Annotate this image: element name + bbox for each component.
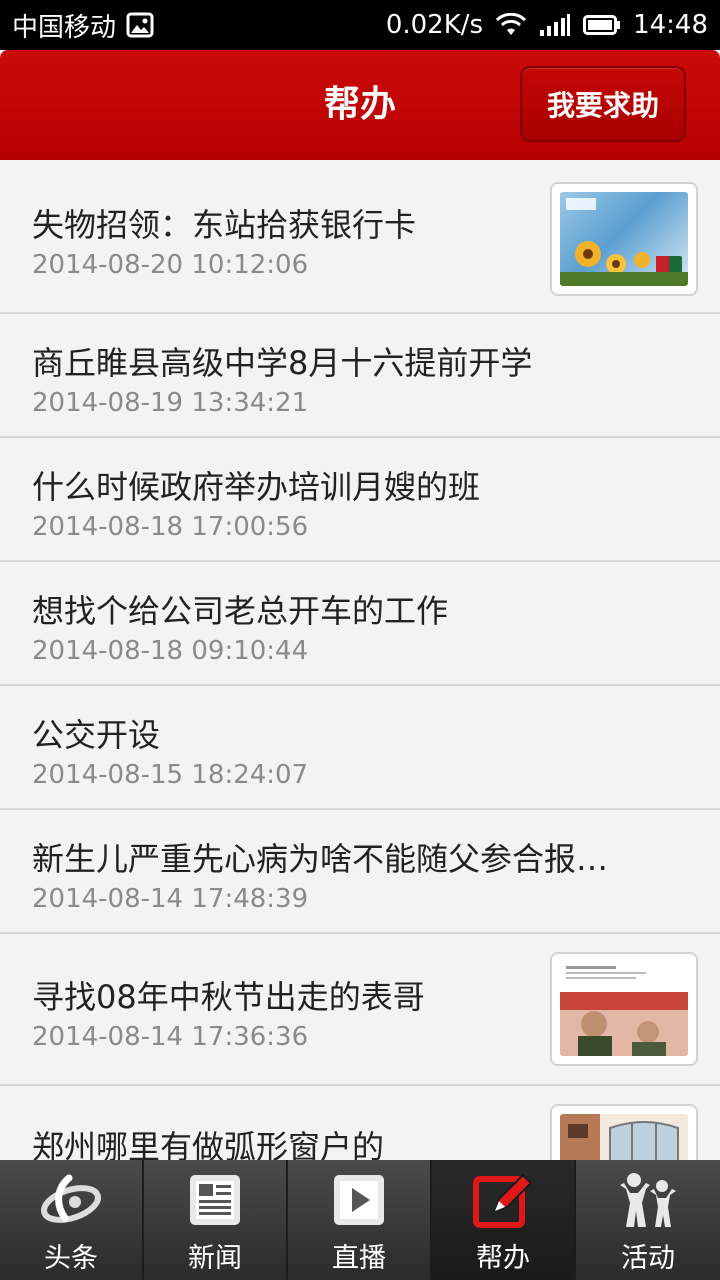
- image-notification-icon: [126, 12, 154, 38]
- item-time: 2014-08-20 10:12:06: [32, 250, 309, 280]
- item-time: 2014-08-18 09:10:44: [32, 636, 309, 666]
- item-title: 寻找08年中秋节出走的表哥: [32, 978, 425, 1016]
- tab-live[interactable]: 直播: [288, 1160, 432, 1280]
- nav-label: 新闻: [188, 1243, 242, 1274]
- item-time: 2014-08-14 17:36:36: [32, 1022, 309, 1052]
- tab-news[interactable]: 新闻: [144, 1160, 288, 1280]
- item-title: 新生儿严重先心病为啥不能随父参合报…: [32, 840, 609, 878]
- item-time: 2014-08-19 13:34:21: [32, 388, 309, 418]
- play-icon: [332, 1170, 386, 1230]
- item-title: 什么时候政府举办培训月嫂的班: [32, 468, 481, 506]
- edit-icon: [473, 1170, 533, 1230]
- list-item[interactable]: 郑州哪里有做弧形窗户的: [0, 1086, 720, 1160]
- help-list: 失物招领：东站拾获银行卡 2014-08-20 10:12:06 商丘睢县高级中…: [0, 160, 720, 1160]
- carrier-label: 中国移动: [12, 12, 117, 43]
- header-bar: 帮办 我要求助: [0, 50, 720, 160]
- item-title: 公交开设: [32, 716, 161, 754]
- list-item[interactable]: 公交开设 2014-08-15 18:24:07: [0, 686, 720, 810]
- list-item[interactable]: 什么时候政府举办培训月嫂的班 2014-08-18 17:00:56: [0, 438, 720, 562]
- list-item[interactable]: 新生儿严重先心病为啥不能随父参合报… 2014-08-14 17:48:39: [0, 810, 720, 934]
- item-title: 商丘睢县高级中学8月十六提前开学: [32, 344, 533, 382]
- bank-card-image: [560, 198, 688, 286]
- tab-activities[interactable]: 活动: [576, 1160, 720, 1280]
- building-window-image: [560, 1114, 688, 1160]
- item-title: 郑州哪里有做弧形窗户的: [32, 1128, 385, 1160]
- list-item[interactable]: 想找个给公司老总开车的工作 2014-08-18 09:10:44: [0, 562, 720, 686]
- battery-icon: [583, 13, 621, 37]
- item-time: 2014-08-15 18:24:07: [32, 760, 309, 790]
- tab-headlines[interactable]: 头条: [0, 1160, 144, 1280]
- item-thumbnail: [550, 182, 698, 296]
- item-title: 失物招领：东站拾获银行卡: [32, 206, 417, 244]
- nav-label: 头条: [44, 1243, 98, 1274]
- item-time: 2014-08-14 17:48:39: [32, 884, 309, 914]
- headline-logo-icon: [39, 1170, 103, 1230]
- tab-help[interactable]: 帮办: [432, 1160, 576, 1280]
- item-time: 2014-08-18 17:00:56: [32, 512, 309, 542]
- network-speed: 0.02K/s: [385, 10, 484, 40]
- nav-label: 帮办: [476, 1243, 530, 1274]
- missing-person-poster-image: [560, 962, 688, 1056]
- item-thumbnail: [550, 1104, 698, 1160]
- newspaper-icon: [188, 1170, 242, 1230]
- signal-icon: [539, 13, 571, 37]
- nav-label: 活动: [621, 1243, 675, 1274]
- list-item[interactable]: 失物招领：东站拾获银行卡 2014-08-20 10:12:06: [0, 160, 720, 314]
- clock: 14:48: [633, 10, 708, 40]
- status-bar: 中国移动 0.02K/s 14:48: [0, 0, 720, 50]
- request-help-button[interactable]: 我要求助: [520, 66, 686, 142]
- list-item[interactable]: 寻找08年中秋节出走的表哥 2014-08-14 17:36:36: [0, 934, 720, 1086]
- people-icon: [616, 1170, 680, 1230]
- list-item[interactable]: 商丘睢县高级中学8月十六提前开学 2014-08-19 13:34:21: [0, 314, 720, 438]
- nav-label: 直播: [332, 1243, 386, 1274]
- item-thumbnail: [550, 952, 698, 1066]
- wifi-icon: [495, 13, 527, 37]
- item-title: 想找个给公司老总开车的工作: [32, 592, 449, 630]
- bottom-nav: 头条 新闻 直播 帮办 活动: [0, 1160, 720, 1280]
